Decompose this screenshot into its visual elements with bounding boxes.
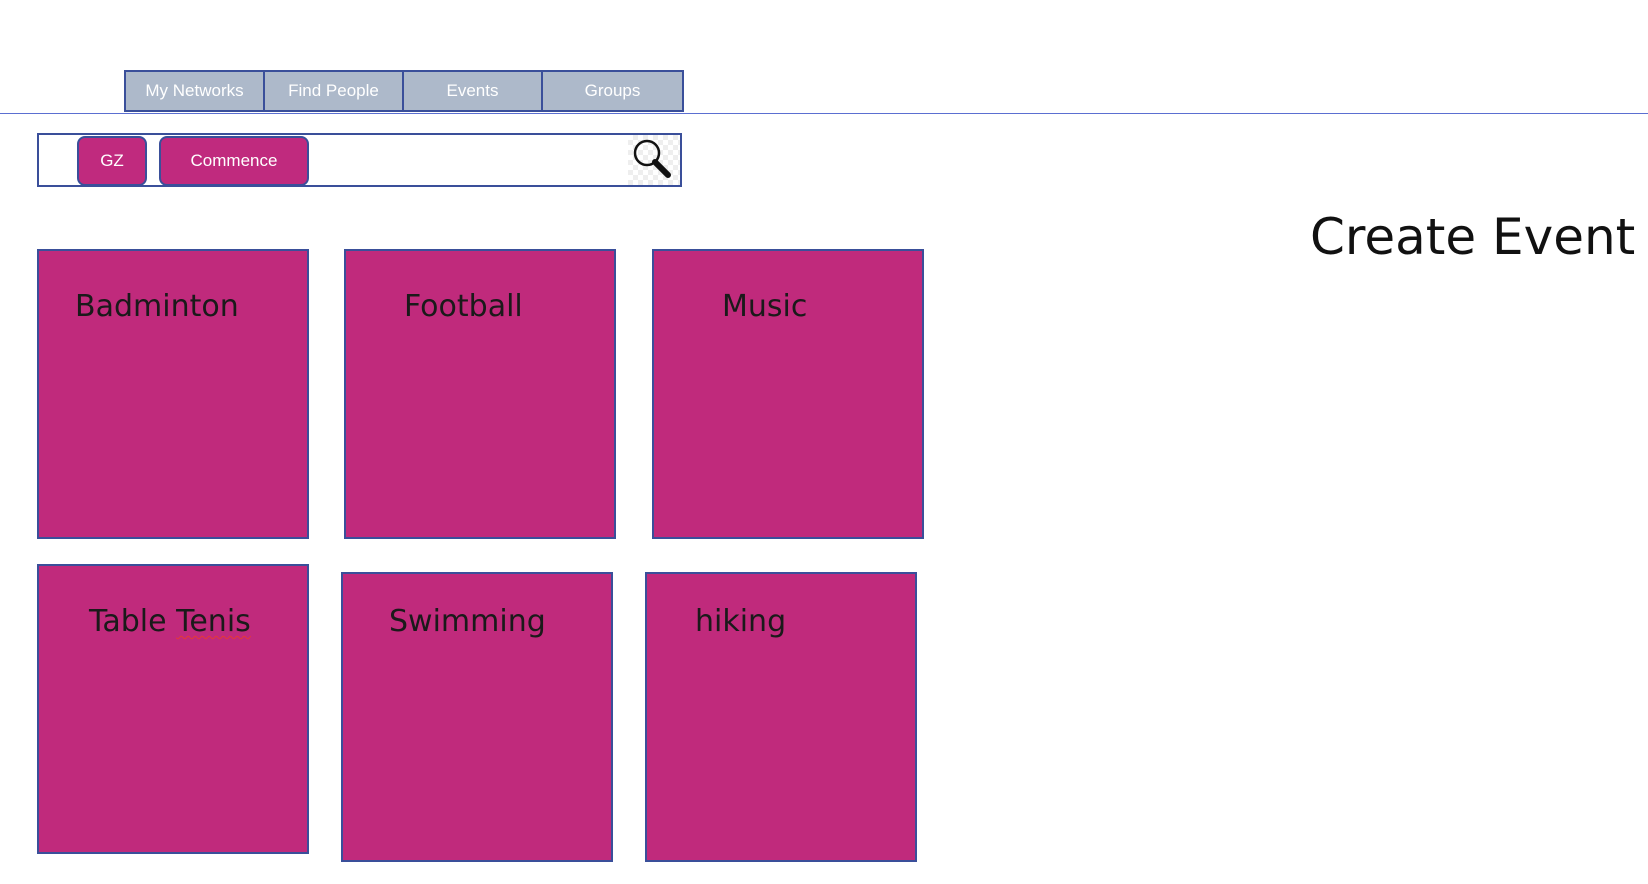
- event-tile-label: Badminton: [75, 289, 239, 324]
- tab-events[interactable]: Events: [404, 72, 543, 110]
- filter-chip-commence[interactable]: Commence: [159, 136, 309, 186]
- search-bar: GZ Commence: [37, 133, 682, 187]
- event-tile-swimming[interactable]: Swimming: [341, 572, 613, 862]
- event-tile-table-tennis[interactable]: Table Tenis: [37, 564, 309, 854]
- event-tile-football[interactable]: Football: [344, 249, 616, 539]
- filter-chip-gz[interactable]: GZ: [77, 136, 147, 186]
- header-divider: [0, 113, 1648, 114]
- event-tile-label: Swimming: [389, 604, 546, 639]
- search-input[interactable]: [315, 137, 627, 185]
- event-tile-label: Football: [404, 289, 523, 324]
- spelling-flag: Tenis: [176, 604, 251, 639]
- create-event-link[interactable]: Create Event: [1310, 208, 1635, 266]
- event-tile-badminton[interactable]: Badminton: [37, 249, 309, 539]
- event-tile-label: Table Tenis: [89, 604, 251, 639]
- magnifier-icon: [633, 139, 671, 178]
- event-tile-label: hiking: [695, 604, 787, 639]
- event-tile-music[interactable]: Music: [652, 249, 924, 539]
- event-tile-hiking[interactable]: hiking: [645, 572, 917, 862]
- top-nav: My Networks Find People Events Groups: [124, 70, 684, 112]
- event-tile-label: Music: [722, 289, 808, 324]
- search-button[interactable]: [628, 135, 680, 185]
- tab-find-people[interactable]: Find People: [265, 72, 404, 110]
- tab-my-networks[interactable]: My Networks: [126, 72, 265, 110]
- tab-groups[interactable]: Groups: [543, 72, 682, 110]
